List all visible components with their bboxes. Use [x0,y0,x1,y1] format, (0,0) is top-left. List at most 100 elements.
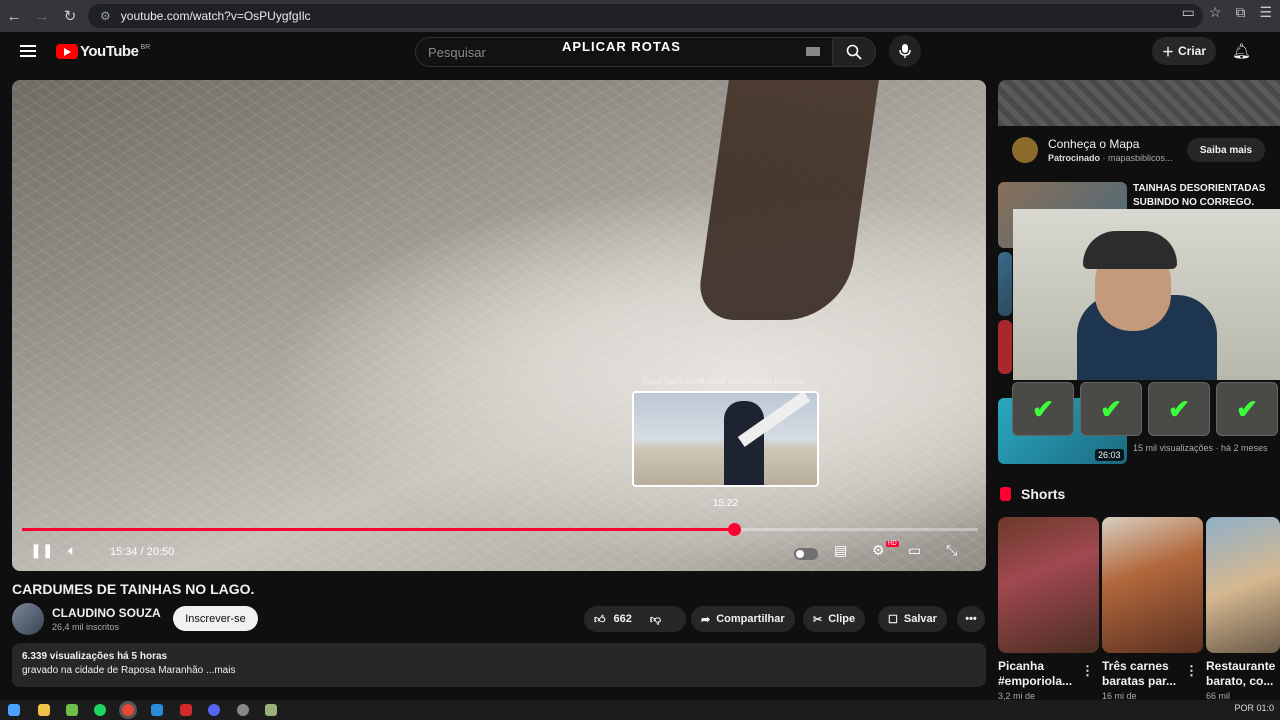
view-count-and-date: 6.339 visualizações há 5 horas [22,651,168,662]
pause-icon[interactable]: ❚❚ [30,542,53,559]
video-player[interactable]: Puxe para cima para uma busca precisa 15… [12,80,986,571]
voice-search-button[interactable] [889,35,921,67]
hd-badge: HD [886,541,899,547]
seek-preview-thumbnail [632,391,819,487]
browser-menu-icon[interactable]: ☰ [1259,4,1272,21]
ad-title: Conheça o Mapa [1048,137,1140,151]
input-language[interactable]: POR [1234,703,1254,713]
progress-played [22,528,735,531]
extensions-icon[interactable]: ⧉ [1235,4,1245,21]
hamburger-menu-icon[interactable] [20,45,36,57]
short-title[interactable]: Três carnes baratas par... [1102,659,1186,689]
address-bar[interactable]: ⚙ youtube.com/watch?v=OsPUygfgIlc [88,4,1203,28]
back-icon[interactable]: ← [0,2,28,30]
seek-preview-time: 15:22 [713,498,739,509]
progress-bar[interactable] [22,528,978,531]
video-title: CARDUMES DE TAINHAS NO LAGO. [12,581,255,597]
short-title[interactable]: Picanha #emporiola... [998,659,1078,689]
clock[interactable]: 01:0 [1256,703,1274,713]
app-icon[interactable] [265,704,277,716]
stream-overlay-title: APLICAR ROTAS [562,39,681,54]
browser-toolbar: ← → ↻ ⚙ youtube.com/watch?v=OsPUygfgIlc … [0,0,1280,32]
checkmark-icon: ✔ [1012,382,1074,436]
bookmark-icon[interactable]: ☆ [1209,4,1222,21]
app-icon[interactable] [180,704,192,716]
windows-taskbar: POR 01:0 [0,700,1280,720]
like-dislike-group: 👍︎ 662 👎︎ [584,606,686,632]
keyboard-icon[interactable] [806,47,820,56]
stream-checklist-overlay: ✔ ✔ ✔ ✔ [1012,382,1278,436]
shorts-icon [1000,487,1011,501]
description-box[interactable]: 6.339 visualizações há 5 horas gravado n… [12,643,986,687]
recommended-video-meta: 15 mil visualizações · há 2 meses [1133,443,1268,453]
reload-icon[interactable]: ↻ [56,2,84,30]
obs-icon[interactable] [237,704,249,716]
windows-start-icon[interactable] [8,704,20,716]
streamer-webcam-overlay [1013,209,1280,380]
recommended-video-title[interactable]: TAINHAS DESORIENTADAS SUBINDO NO CORREGO… [1133,182,1273,210]
learn-more-button[interactable]: Saiba mais [1187,138,1265,162]
checkmark-icon: ✔ [1216,382,1278,436]
scissors-icon: ✂ [813,613,823,626]
create-button[interactable]: ＋ Criar [1152,37,1216,65]
checkmark-icon: ✔ [1080,382,1142,436]
share-icon: ➦ [701,613,711,626]
like-count: 662 [613,613,632,625]
short-thumbnail[interactable] [1102,517,1203,653]
logo-text: YouTube [80,43,139,60]
short-thumbnail[interactable] [1206,517,1280,653]
sponsored-ad[interactable]: Conheça o Mapa Patrocinado · mapasbiblic… [998,80,1280,175]
country-code: BR [140,44,151,51]
spotify-icon[interactable] [94,704,106,716]
like-button[interactable]: 👍︎ 662 [594,613,632,626]
forward-icon[interactable]: → [28,2,56,30]
webcam-person-cap [1083,231,1177,269]
description-text: gravado na cidade de Raposa Maranhão ...… [22,665,236,676]
more-horizontal-icon: ••• [965,613,977,625]
thumbs-up-icon: 👍︎ [594,613,606,626]
recommended-video-thumbnail[interactable] [998,320,1012,374]
channel-name[interactable]: CLAUDINO SOUZA [52,606,161,620]
file-explorer-icon[interactable] [38,704,50,716]
cast-icon[interactable]: ▭ [1182,4,1195,21]
share-button[interactable]: ➦ Compartilhar [691,606,795,632]
channel-avatar[interactable] [12,603,44,635]
subtitles-icon[interactable]: ▤ [834,542,847,559]
search-placeholder: Pesquisar [428,44,486,60]
autoplay-toggle[interactable] [794,548,818,560]
microphone-icon [899,44,911,58]
shorts-section-header: Shorts [1000,486,1065,502]
recommended-video-thumbnail[interactable] [998,252,1012,316]
more-vertical-icon[interactable]: ⋮ [1081,663,1094,679]
app-icon[interactable] [151,704,163,716]
app-icon[interactable] [66,704,78,716]
ad-meta: Patrocinado · mapasbiblicos... [1048,153,1173,163]
search-button[interactable] [832,37,876,67]
browser-actions: ▭ ☆ ⧉ ☰ [1182,4,1272,21]
discord-icon[interactable] [208,704,220,716]
notifications-bell-icon[interactable]: 🔔︎ [1232,42,1251,60]
site-info-icon[interactable]: ⚙ [100,9,111,23]
short-thumbnail[interactable] [998,517,1099,653]
clip-button[interactable]: ✂ Clipe [803,606,866,632]
ad-domain: mapasbiblicos... [1108,153,1173,163]
time-display: 15:34 / 20:50 [110,546,175,558]
settings-gear-icon[interactable]: ⚙ [872,542,885,559]
more-actions-button[interactable]: ••• [957,606,985,632]
ad-banner-image [998,80,1280,126]
advertiser-avatar [1012,137,1038,163]
chrome-icon[interactable] [122,704,134,716]
subscribe-button[interactable]: Inscrever-se [173,606,258,631]
theater-mode-icon[interactable]: ▭ [908,542,921,559]
youtube-logo[interactable]: YouTube BR [56,43,150,60]
dislike-button[interactable]: 👎︎ [650,613,661,626]
checkmark-icon: ✔ [1148,382,1210,436]
volume-icon[interactable]: 🔈︎ [68,542,76,559]
more-vertical-icon[interactable]: ⋮ [1185,663,1198,679]
save-button[interactable]: ☐ Salvar [878,606,947,632]
player-controls: ❚❚ 🔈︎ 15:34 / 20:50 ▤ ⚙ HD ▭ ⤡ [12,538,986,568]
share-label: Compartilhar [716,613,785,625]
fullscreen-icon[interactable]: ⤡ [946,542,957,559]
short-title[interactable]: Restaurante barato, co... [1206,659,1280,689]
video-duration-badge: 26:03 [1095,449,1124,461]
